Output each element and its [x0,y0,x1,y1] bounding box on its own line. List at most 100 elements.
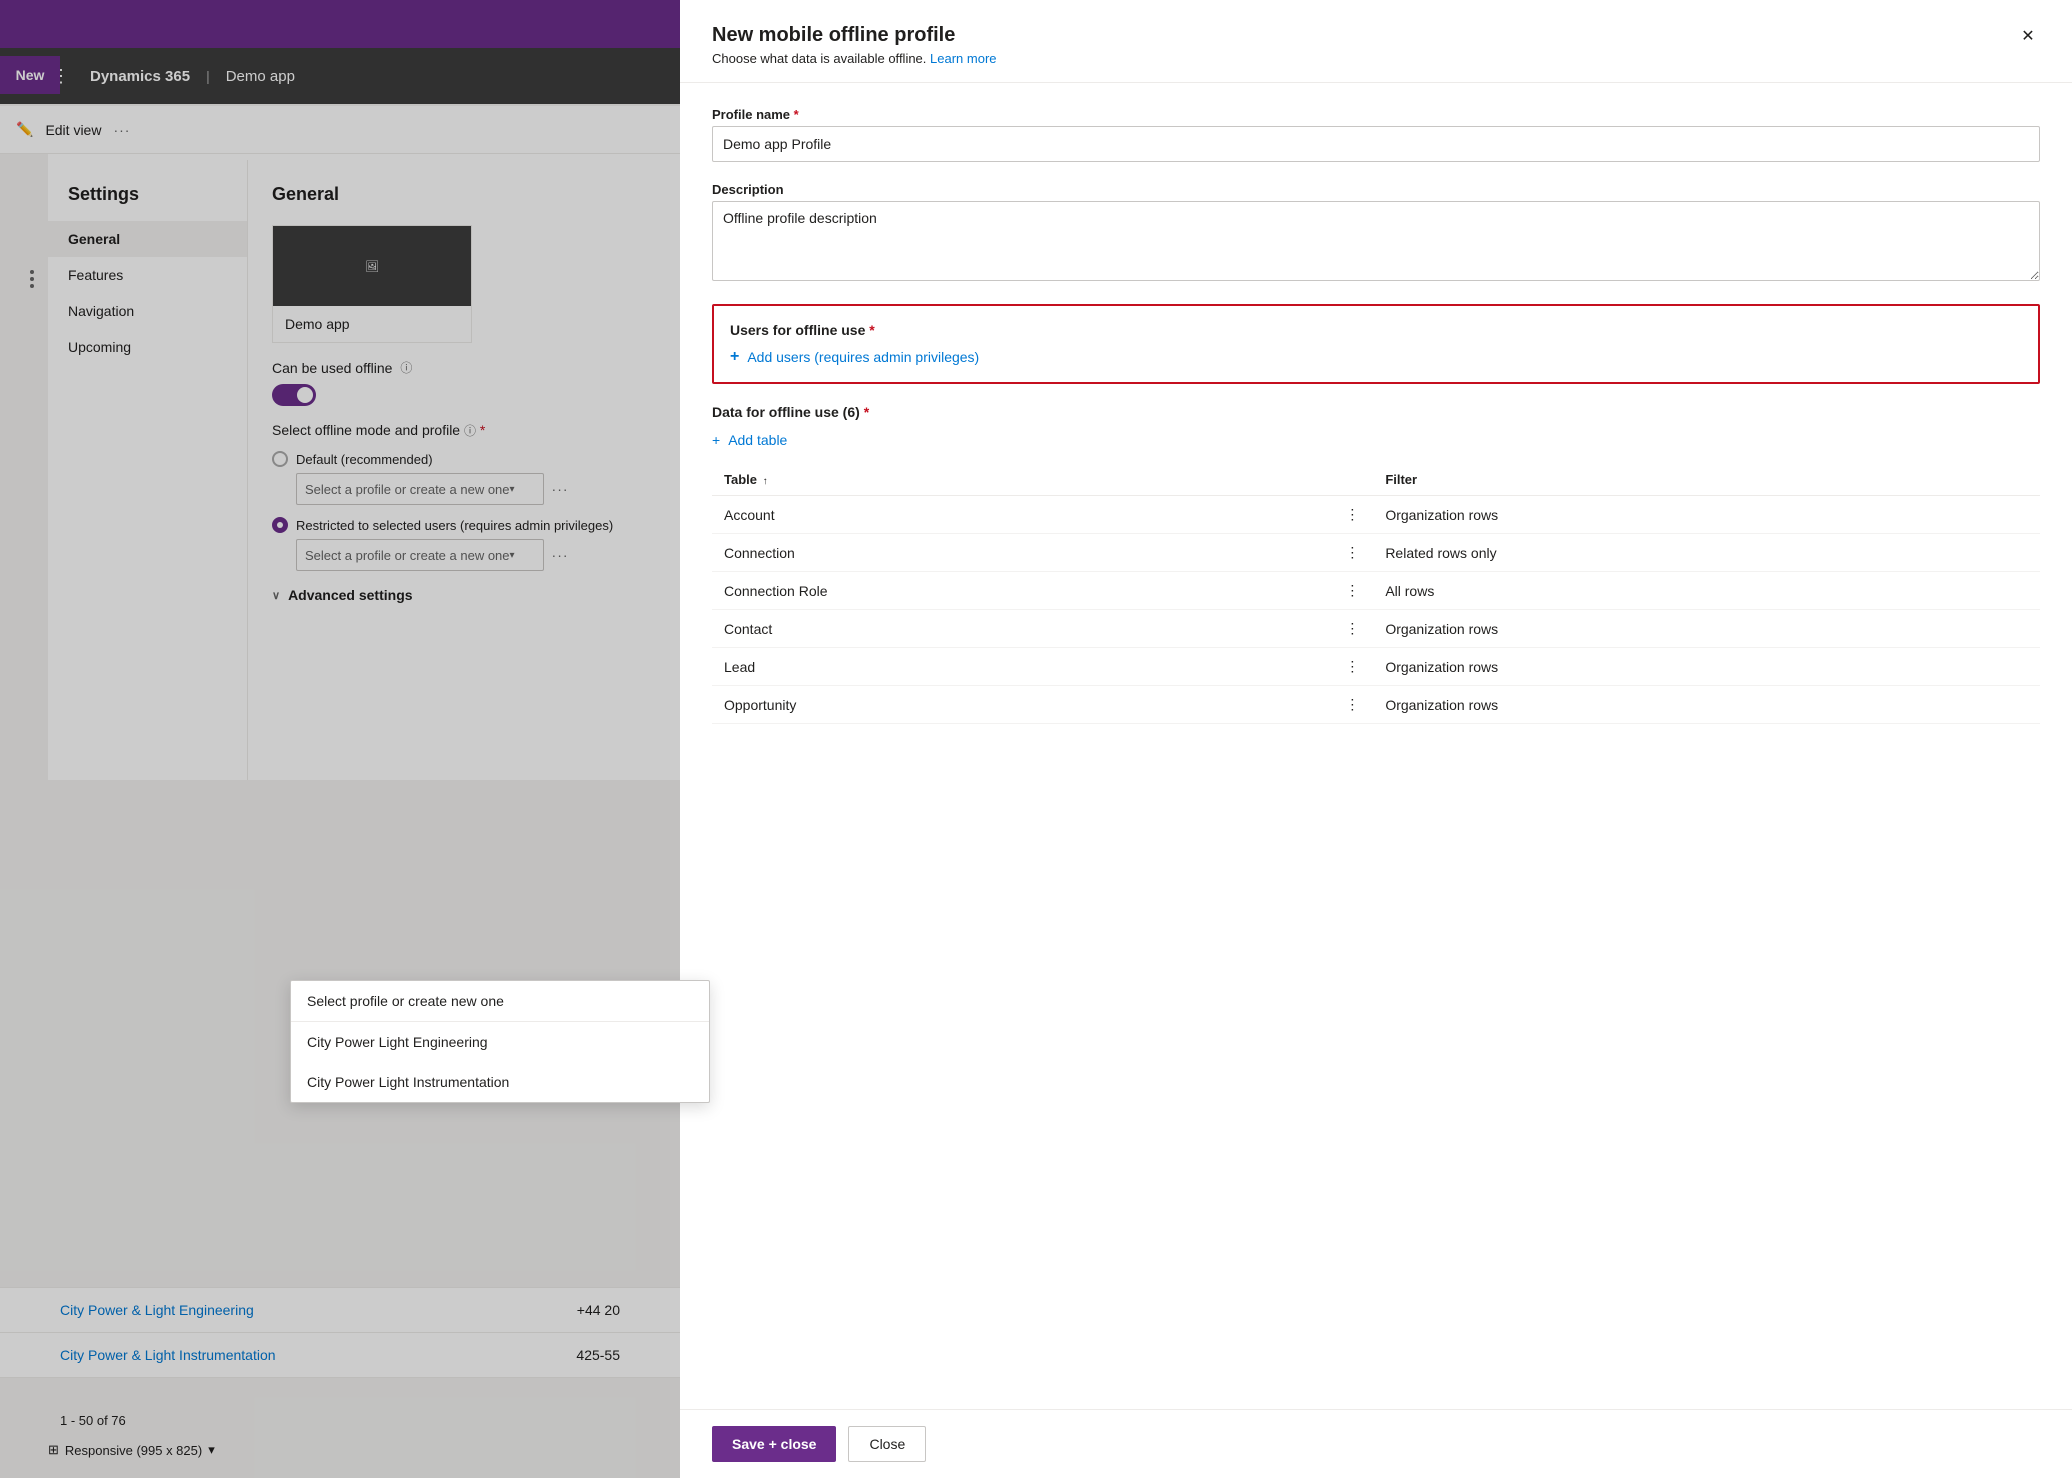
save-close-button[interactable]: Save + close [712,1426,836,1462]
dropdown-item-instrumentation[interactable]: City Power Light Instrumentation [291,1062,709,1102]
table-cell-menu[interactable]: ⋮ [1333,534,1373,572]
list-item-instrumentation: City Power & Light Instrumentation 425-5… [0,1333,680,1378]
table-cell-name: Lead [712,648,1333,686]
dropdown-default-ellipsis[interactable]: ··· [552,481,569,497]
pagination: 1 - 50 of 76 [60,1413,126,1428]
responsive-icon: ⊞ [48,1442,59,1458]
radio-default-label: Default (recommended) [296,452,433,467]
table-cell-menu[interactable]: ⋮ [1333,648,1373,686]
settings-panel: Settings General Features Navigation Upc… [48,160,728,780]
profile-name-input[interactable] [712,126,2040,162]
table-cell-filter: All rows [1373,572,2040,610]
responsive-label[interactable]: ⊞ Responsive (995 x 825) ▾ [48,1442,215,1458]
new-button[interactable]: New [0,56,60,94]
edit-view-label[interactable]: Edit view [45,122,101,138]
users-section: Users for offline use * + Add users (req… [712,304,2040,384]
offline-mode-section: Select offline mode and profile ⓘ * Defa… [272,422,704,571]
col-table[interactable]: Table ↑ [712,464,1333,496]
table-cell-filter: Organization rows [1373,686,2040,724]
table-row: Account ⋮ Organization rows [712,496,2040,534]
panel-title: New mobile offline profile [712,24,2040,47]
engineering-phone: +44 20 [577,1302,620,1318]
radio-default[interactable] [272,451,288,467]
edit-view-ellipsis[interactable]: ··· [113,122,130,138]
profile-name-field: Profile name * [712,107,2040,162]
table-row: Contact ⋮ Organization rows [712,610,2040,648]
panel-body: Profile name * Description Offline profi… [680,83,2072,1409]
table-row: Lead ⋮ Organization rows [712,648,2040,686]
description-textarea[interactable]: Offline profile description [712,201,2040,281]
advanced-settings-toggle[interactable]: ∨ Advanced settings [272,587,704,603]
dropdown-restricted[interactable]: Select a profile or create a new one ▾ [296,539,544,571]
table-cell-name: Connection Role [712,572,1333,610]
table-cell-filter: Organization rows [1373,610,2040,648]
data-section-header: Data for offline use (6) * [712,404,2040,420]
settings-sidebar: Settings General Features Navigation Upc… [48,160,248,780]
info-icon: ⓘ [400,359,412,376]
app-card-icon: 🖼 [365,260,379,273]
table-cell-name: Contact [712,610,1333,648]
panel-subtitle: Choose what data is available offline. L… [712,51,2040,66]
edit-icon: ✏️ [16,121,33,138]
add-users-row[interactable]: + Add users (requires admin privileges) [730,348,2022,366]
panel-header: New mobile offline profile Choose what d… [680,0,2072,83]
dropdown-restricted-ellipsis[interactable]: ··· [552,547,569,563]
separator: | [206,68,210,84]
profile-name-req: * [794,107,799,122]
radio-option-default: Default (recommended) Select a profile o… [272,451,704,505]
table-cell-menu[interactable]: ⋮ [1333,610,1373,648]
close-button[interactable]: ✕ [2012,20,2044,52]
table-cell-filter: Organization rows [1373,496,2040,534]
app-card: 🖼 Demo app [272,225,472,343]
table-row: Connection Role ⋮ All rows [712,572,2040,610]
main-panel: New mobile offline profile Choose what d… [680,0,2072,1478]
users-section-title: Users for offline use * [730,322,2022,338]
table-cell-filter: Related rows only [1373,534,2040,572]
table-cell-name: Connection [712,534,1333,572]
chevron-right-icon: ∨ [272,589,280,602]
chevron-down-icon-2: ▾ [510,550,515,561]
dropdown-restricted-text: Select a profile or create a new one [305,548,510,563]
add-users-label: Add users (requires admin privileges) [747,349,979,365]
instrumentation-link[interactable]: City Power & Light Instrumentation [60,1347,276,1363]
close-panel-button[interactable]: Close [848,1426,926,1462]
table-cell-name: Account [712,496,1333,534]
sidebar-item-navigation[interactable]: Navigation [48,293,247,329]
learn-more-link[interactable]: Learn more [930,51,996,66]
radio-restricted[interactable] [272,517,288,533]
data-req: * [864,404,869,420]
col-filter: Filter [1373,464,2040,496]
table-cell-menu[interactable]: ⋮ [1333,572,1373,610]
table-cell-menu[interactable]: ⋮ [1333,686,1373,724]
radio-option-restricted: Restricted to selected users (requires a… [272,517,704,571]
side-dots [22,270,42,288]
sidebar-item-general[interactable]: General [48,221,247,257]
table-cell-menu[interactable]: ⋮ [1333,496,1373,534]
sort-arrow-icon: ↑ [763,476,768,487]
add-table-label: Add table [728,432,787,448]
engineering-link[interactable]: City Power & Light Engineering [60,1302,254,1318]
radio-restricted-label: Restricted to selected users (requires a… [296,518,613,533]
settings-title: Settings [48,184,247,221]
toggle-row: Can be used offline ⓘ [272,359,704,376]
instrumentation-phone: 425-55 [576,1347,620,1363]
description-label: Description [712,182,2040,197]
app-name-label: Demo app [226,68,295,85]
dropdown-row-default: Select a profile or create a new one ▾ ·… [296,473,704,505]
brand-label: Dynamics 365 [90,68,190,85]
table-cell-filter: Organization rows [1373,648,2040,686]
col-menu [1333,464,1373,496]
sidebar-item-features[interactable]: Features [48,257,247,293]
dropdown-default[interactable]: Select a profile or create a new one ▾ [296,473,544,505]
add-table-plus-icon: + [712,432,720,448]
dropdown-row-restricted: Select a profile or create a new one ▾ ·… [296,539,704,571]
dropdown-item-engineering[interactable]: City Power Light Engineering [291,1022,709,1062]
top-bar [0,0,680,48]
sidebar-item-upcoming[interactable]: Upcoming [48,329,247,365]
toggle-label: Can be used offline [272,360,392,376]
add-table-row[interactable]: + Add table [712,432,2040,448]
offline-mode-info-icon: ⓘ [464,424,476,438]
app-card-image: 🖼 [273,226,471,306]
offline-toggle[interactable] [272,384,316,406]
app-card-label: Demo app [273,306,471,342]
